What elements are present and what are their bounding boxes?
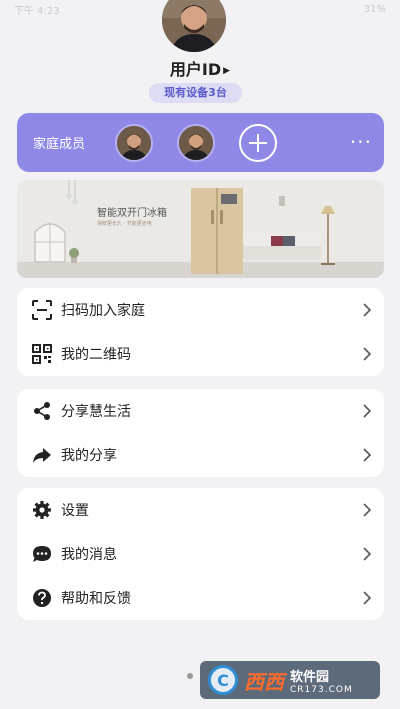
banner-title: 智能双开门冰箱 bbox=[97, 208, 167, 219]
share-smart-life-row[interactable]: 分享慧生活 bbox=[17, 389, 384, 433]
status-battery: 31% bbox=[363, 3, 386, 15]
my-messages-row[interactable]: 我的消息 bbox=[17, 532, 384, 576]
promo-banner[interactable]: 智能双开门冰箱 保鲜更长久 · 节能更省电 bbox=[17, 180, 384, 278]
forward-arrow-icon bbox=[31, 444, 53, 466]
page-indicator-dot bbox=[187, 673, 193, 679]
family-actions-card: 扫码加入家庭 我的二维码 bbox=[17, 288, 384, 376]
chevron-right-icon bbox=[363, 503, 372, 517]
user-avatar[interactable] bbox=[162, 0, 226, 52]
add-member-button[interactable] bbox=[239, 123, 277, 162]
gear-icon bbox=[31, 499, 53, 521]
help-icon bbox=[31, 587, 53, 609]
watermark-text: 软件园 CR173.COM bbox=[290, 666, 353, 695]
member-avatar[interactable] bbox=[115, 123, 153, 162]
help-feedback-label: 帮助和反馈 bbox=[61, 591, 131, 607]
plus-icon bbox=[249, 133, 267, 152]
scan-join-family-row[interactable]: 扫码加入家庭 bbox=[17, 288, 384, 332]
device-count-badge[interactable]: 现有设备3台 bbox=[149, 83, 242, 103]
chevron-right-icon bbox=[363, 347, 372, 361]
watermark-url: CR173.COM bbox=[290, 684, 353, 695]
caret-right-icon: ▶ bbox=[223, 65, 231, 76]
banner-room-illustration-icon bbox=[17, 180, 384, 278]
watermark-logo-icon: C bbox=[208, 665, 238, 695]
watermark-title: 软件园 bbox=[290, 669, 330, 685]
status-time: 下午 4:23 bbox=[14, 5, 60, 17]
share-card: 分享慧生活 我的分享 bbox=[17, 389, 384, 477]
member-avatar[interactable] bbox=[177, 123, 215, 162]
chevron-right-icon bbox=[363, 404, 372, 418]
my-messages-label: 我的消息 bbox=[61, 547, 117, 563]
qrcode-icon bbox=[31, 343, 53, 365]
share-icon bbox=[31, 400, 53, 422]
settings-label: 设置 bbox=[61, 503, 89, 519]
member-photo-icon bbox=[117, 125, 151, 160]
chevron-right-icon bbox=[363, 303, 372, 317]
share-smart-life-label: 分享慧生活 bbox=[61, 404, 131, 420]
my-shares-row[interactable]: 我的分享 bbox=[17, 433, 384, 477]
member-photo-icon bbox=[179, 125, 213, 160]
chevron-right-icon bbox=[363, 547, 372, 561]
banner-subtitle: 保鲜更长久 · 节能更省电 bbox=[97, 221, 152, 227]
scan-join-family-label: 扫码加入家庭 bbox=[61, 303, 145, 319]
user-id-label: 用户ID bbox=[169, 60, 222, 79]
settings-card: 设置 我的消息 帮助和反馈 bbox=[17, 488, 384, 620]
help-feedback-row[interactable]: 帮助和反馈 bbox=[17, 576, 384, 620]
my-qrcode-label: 我的二维码 bbox=[61, 347, 131, 363]
scan-icon bbox=[31, 299, 53, 321]
family-members-card[interactable]: 家庭成员 ··· bbox=[17, 113, 384, 172]
watermark-brand: 西西 bbox=[244, 669, 284, 694]
family-members-label: 家庭成员 bbox=[33, 137, 86, 152]
user-id-link[interactable]: 用户ID ▶ bbox=[0, 56, 400, 80]
my-qrcode-row[interactable]: 我的二维码 bbox=[17, 332, 384, 376]
chevron-right-icon bbox=[363, 448, 372, 462]
more-options-icon[interactable]: ··· bbox=[350, 132, 372, 152]
site-watermark: C 西西 软件园 CR173.COM bbox=[200, 661, 380, 699]
settings-row[interactable]: 设置 bbox=[17, 488, 384, 532]
my-shares-label: 我的分享 bbox=[61, 448, 117, 464]
message-icon bbox=[31, 543, 53, 565]
avatar-photo-icon bbox=[162, 0, 226, 52]
chevron-right-icon bbox=[363, 591, 372, 605]
